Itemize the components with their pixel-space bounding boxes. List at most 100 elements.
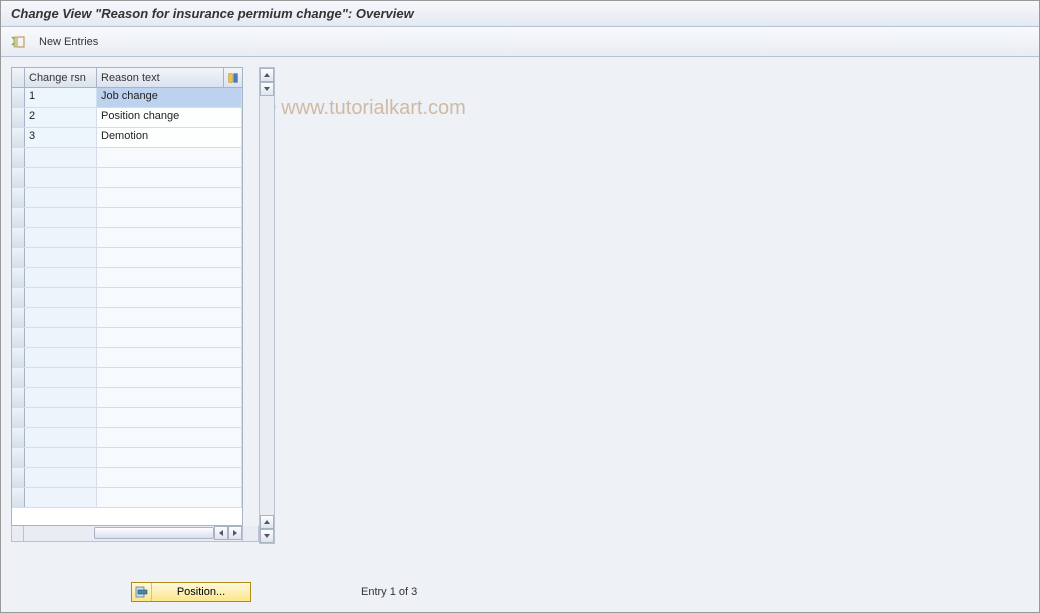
row-handle[interactable]	[12, 188, 25, 207]
table-row[interactable]	[12, 448, 242, 468]
table-row[interactable]	[12, 288, 242, 308]
row-handle[interactable]	[12, 248, 25, 267]
table-row[interactable]	[12, 468, 242, 488]
horizontal-scroll-track[interactable]	[24, 526, 214, 541]
table-row[interactable]	[12, 428, 242, 448]
table-row[interactable]	[12, 148, 242, 168]
cell-change-rsn[interactable]	[25, 208, 97, 227]
column-header-change-rsn[interactable]: Change rsn	[25, 68, 97, 87]
cell-reason-text[interactable]	[97, 208, 242, 227]
scroll-down-arrow-icon[interactable]	[260, 529, 274, 543]
cell-reason-text[interactable]	[97, 348, 242, 367]
row-handle[interactable]	[12, 388, 25, 407]
row-handle[interactable]	[12, 348, 25, 367]
row-handle[interactable]	[12, 88, 25, 107]
cell-reason-text[interactable]: Demotion	[97, 128, 242, 147]
cell-change-rsn[interactable]	[25, 148, 97, 167]
scroll-step-down-icon[interactable]	[260, 82, 274, 96]
scroll-up-arrow-icon[interactable]	[260, 68, 274, 82]
cell-change-rsn[interactable]	[25, 248, 97, 267]
horizontal-scroll-thumb[interactable]	[94, 527, 214, 539]
scroll-step-up-icon[interactable]	[260, 515, 274, 529]
row-handle[interactable]	[12, 308, 25, 327]
cell-change-rsn[interactable]	[25, 328, 97, 347]
cell-change-rsn[interactable]: 3	[25, 128, 97, 147]
cell-reason-text[interactable]	[97, 228, 242, 247]
position-button[interactable]: Position...	[131, 582, 251, 602]
table-settings-icon[interactable]	[224, 68, 242, 87]
row-handle[interactable]	[12, 428, 25, 447]
cell-reason-text[interactable]	[97, 168, 242, 187]
cell-change-rsn[interactable]	[25, 168, 97, 187]
row-handle[interactable]	[12, 268, 25, 287]
cell-change-rsn[interactable]: 2	[25, 108, 97, 127]
table-row[interactable]	[12, 188, 242, 208]
vertical-scroll-track[interactable]	[260, 96, 274, 515]
cell-reason-text[interactable]	[97, 248, 242, 267]
row-handle[interactable]	[12, 108, 25, 127]
cell-reason-text[interactable]	[97, 268, 242, 287]
table-row[interactable]	[12, 248, 242, 268]
cell-change-rsn[interactable]	[25, 228, 97, 247]
cell-reason-text[interactable]	[97, 308, 242, 327]
row-handle[interactable]	[12, 228, 25, 247]
cell-change-rsn[interactable]	[25, 348, 97, 367]
row-handle[interactable]	[12, 148, 25, 167]
scroll-left-arrow-icon[interactable]	[214, 526, 228, 540]
cell-change-rsn[interactable]	[25, 408, 97, 427]
table-row[interactable]	[12, 308, 242, 328]
cell-reason-text[interactable]	[97, 428, 242, 447]
scroll-right-arrow-icon[interactable]	[228, 526, 242, 540]
cell-change-rsn[interactable]	[25, 428, 97, 447]
cell-change-rsn[interactable]	[25, 308, 97, 327]
table-row[interactable]	[12, 408, 242, 428]
row-handle[interactable]	[12, 128, 25, 147]
cell-reason-text[interactable]	[97, 288, 242, 307]
table-row[interactable]	[12, 488, 242, 508]
row-handle[interactable]	[12, 448, 25, 467]
cell-reason-text[interactable]	[97, 368, 242, 387]
cell-change-rsn[interactable]	[25, 268, 97, 287]
cell-reason-text[interactable]	[97, 388, 242, 407]
cell-change-rsn[interactable]: 1	[25, 88, 97, 107]
table-row[interactable]	[12, 168, 242, 188]
cell-reason-text[interactable]	[97, 148, 242, 167]
table-row[interactable]	[12, 268, 242, 288]
cell-reason-text[interactable]	[97, 448, 242, 467]
cell-reason-text[interactable]	[97, 408, 242, 427]
cell-reason-text[interactable]	[97, 488, 242, 507]
cell-change-rsn[interactable]	[25, 468, 97, 487]
cell-change-rsn[interactable]	[25, 388, 97, 407]
vertical-scrollbar[interactable]	[259, 67, 275, 544]
row-handle[interactable]	[12, 488, 25, 507]
cell-change-rsn[interactable]	[25, 368, 97, 387]
cell-reason-text[interactable]	[97, 468, 242, 487]
table-row[interactable]: 3Demotion	[12, 128, 242, 148]
cell-reason-text[interactable]: Position change	[97, 108, 242, 127]
row-handle[interactable]	[12, 288, 25, 307]
column-header-reason-text[interactable]: Reason text	[97, 68, 224, 87]
select-all-handle[interactable]	[12, 68, 25, 87]
cell-change-rsn[interactable]	[25, 488, 97, 507]
table-row[interactable]	[12, 388, 242, 408]
cell-change-rsn[interactable]	[25, 448, 97, 467]
row-handle[interactable]	[12, 328, 25, 347]
cell-change-rsn[interactable]	[25, 288, 97, 307]
table-row[interactable]: 1Job change	[12, 88, 242, 108]
row-handle[interactable]	[12, 468, 25, 487]
table-row[interactable]	[12, 368, 242, 388]
table-row[interactable]	[12, 348, 242, 368]
cell-reason-text[interactable]	[97, 328, 242, 347]
new-entries-button[interactable]: New Entries	[33, 34, 104, 50]
horizontal-scrollbar[interactable]	[11, 526, 259, 542]
cell-reason-text[interactable]	[97, 188, 242, 207]
row-handle[interactable]	[12, 208, 25, 227]
table-row[interactable]: 2Position change	[12, 108, 242, 128]
cell-change-rsn[interactable]	[25, 188, 97, 207]
cell-reason-text[interactable]: Job change	[97, 88, 242, 107]
toggle-icon[interactable]	[9, 33, 27, 51]
table-row[interactable]	[12, 208, 242, 228]
table-row[interactable]	[12, 328, 242, 348]
row-handle[interactable]	[12, 368, 25, 387]
row-handle[interactable]	[12, 168, 25, 187]
